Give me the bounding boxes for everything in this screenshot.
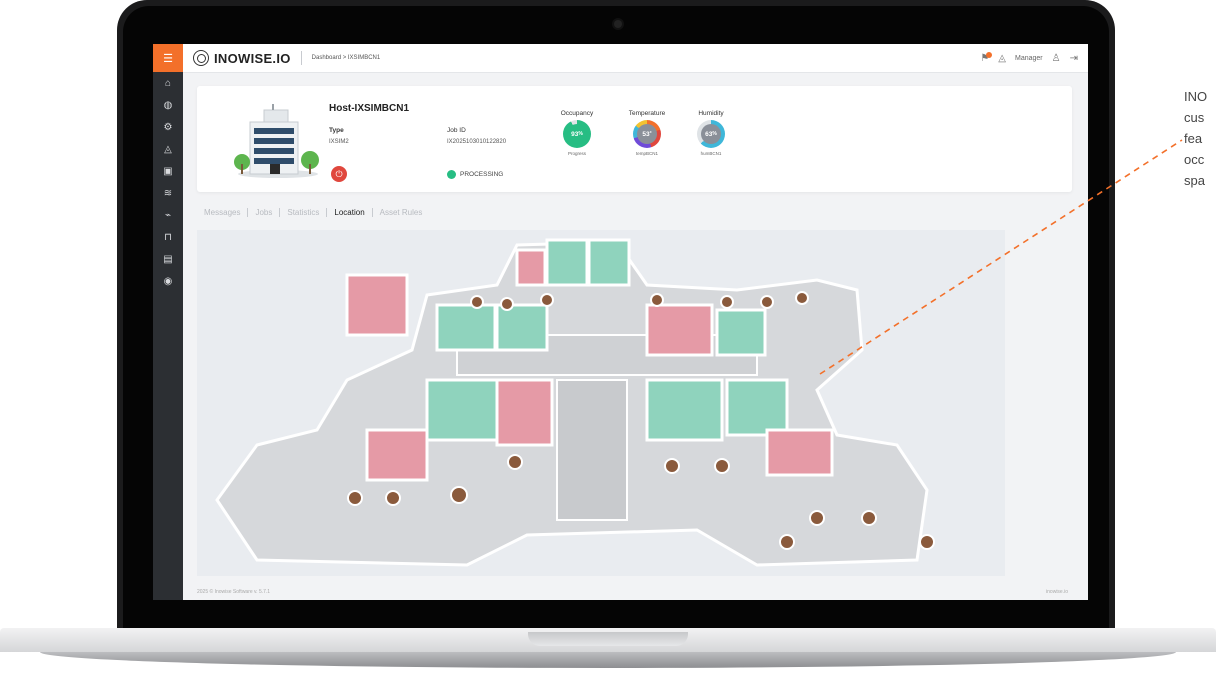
callout-line (819, 139, 1183, 375)
side-caption: INO cus fea occ spa (1184, 86, 1207, 191)
caption-line: spa (1184, 173, 1205, 188)
caption-line: occ (1184, 152, 1205, 167)
caption-line: INO (1184, 89, 1208, 104)
caption-line: fea (1184, 131, 1203, 146)
caption-line: cus (1184, 110, 1205, 125)
